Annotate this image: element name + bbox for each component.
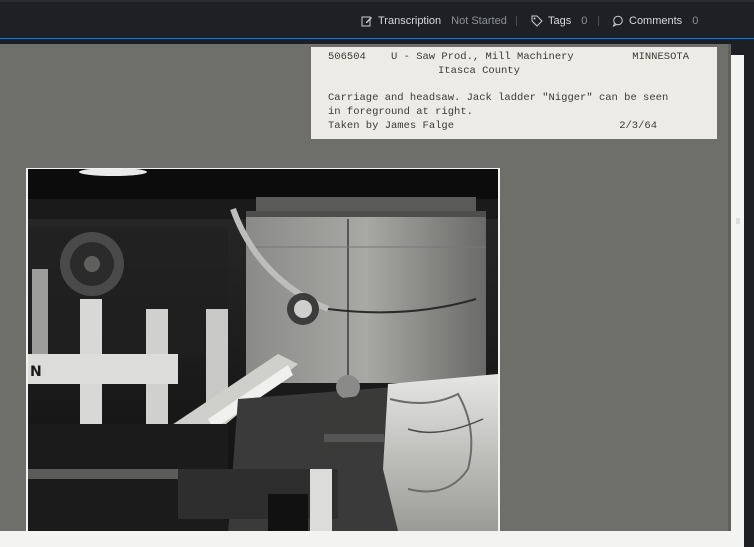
tags-label: Tags [548, 15, 572, 27]
tags-button[interactable]: Tags 0 [531, 13, 587, 29]
tag-icon [531, 15, 543, 27]
photo-date: 2/3/64 [619, 120, 657, 132]
sawmill-scene-image: N [28, 169, 498, 531]
comments-button[interactable]: Comments 0 [612, 13, 698, 29]
catalog-label: 506504 U - Saw Prod., Mill Machinery MIN… [311, 47, 717, 139]
image-viewer[interactable]: 506504 U - Saw Prod., Mill Machinery MIN… [0, 39, 754, 547]
catalog-state: MINNESOTA [632, 51, 689, 63]
catalog-id: 506504 [328, 51, 366, 63]
catalog-category: U - Saw Prod., Mill Machinery [391, 51, 574, 63]
sawmill-photograph: N [28, 169, 498, 531]
svg-text:N: N [30, 364, 42, 380]
photographer-credit: Taken by James Falge [328, 120, 455, 132]
comments-label: Comments [629, 15, 683, 27]
top-toolbar: Transcription Not Started Tags 0 Comment… [0, 0, 754, 39]
transcription-button[interactable]: Transcription Not Started [361, 13, 507, 29]
edit-icon [361, 16, 372, 27]
caption-line-2: in foreground at right. [328, 106, 473, 118]
catalog-county: Itasca County [438, 65, 520, 77]
board-edge [728, 44, 731, 531]
transcription-status: Not Started [451, 15, 507, 27]
tags-count: 0 [581, 15, 588, 27]
board-corner-mark [736, 218, 740, 224]
comment-icon [612, 15, 623, 27]
toolbar-divider [516, 16, 517, 26]
caption-line-1: Carriage and headsaw. Jack ladder "Nigge… [328, 92, 669, 104]
toolbar-top-border [0, 0, 754, 2]
transcription-label: Transcription [378, 15, 442, 27]
comments-count: 0 [692, 15, 699, 27]
toolbar-divider [598, 16, 599, 26]
